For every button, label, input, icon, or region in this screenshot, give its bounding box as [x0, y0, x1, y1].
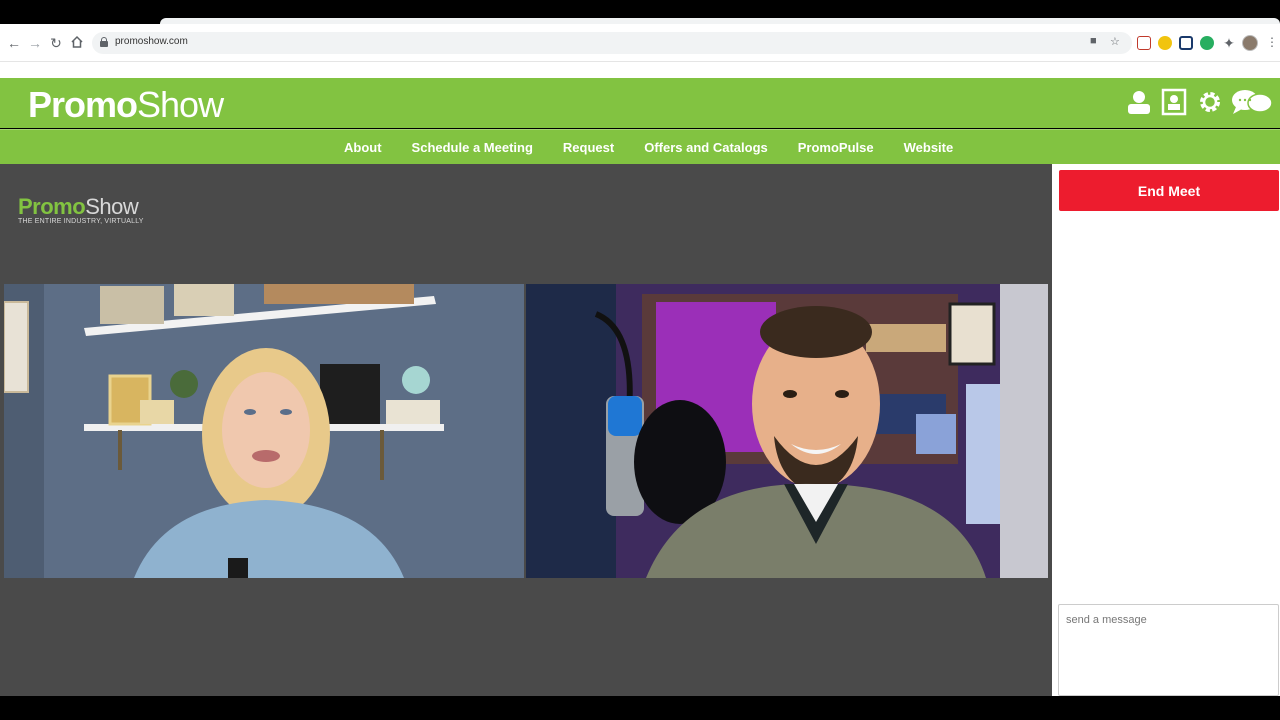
reload-icon[interactable]: ↻ [48, 35, 64, 51]
puzzle-icon[interactable]: ✦ [1221, 35, 1237, 51]
nav-item-about[interactable]: About [344, 140, 382, 155]
url-text: promoshow.com [115, 36, 188, 47]
browser-toolbar: ← → ↻ promoshow.com ■ ☆ ✦ ⋮ [0, 24, 1280, 62]
star-icon[interactable]: ☆ [1110, 35, 1120, 48]
profile-avatar[interactable] [1242, 35, 1258, 51]
presenter-icon[interactable] [1160, 88, 1188, 116]
message-input[interactable] [1058, 604, 1279, 696]
nav-item-request[interactable]: Request [563, 140, 614, 155]
watermark-tagline: THE ENTIRE INDUSTRY, VIRTUALLY [18, 218, 144, 225]
nav-item-promopulse[interactable]: PromoPulse [798, 140, 874, 155]
chat-icon[interactable] [1230, 88, 1274, 116]
nav-item-website[interactable]: Website [904, 140, 954, 155]
video-stage: PromoShow THE ENTIRE INDUSTRY, VIRTUALLY [0, 164, 1052, 696]
extension-screen-icon[interactable] [1179, 36, 1193, 50]
bottom-bar [0, 696, 1280, 720]
kebab-menu-icon[interactable]: ⋮ [1266, 34, 1278, 50]
promoshow-logo[interactable]: PromoShow [28, 84, 224, 126]
participant-video-right[interactable] [526, 284, 1048, 578]
end-meeting-button[interactable]: End Meet [1059, 170, 1279, 211]
main-nav: About Schedule a Meeting Request Offers … [0, 129, 1280, 164]
participant-video-left[interactable] [4, 284, 524, 578]
extension-honey-icon[interactable] [1158, 36, 1172, 50]
user-icon[interactable] [1125, 88, 1153, 116]
nav-item-schedule-meeting[interactable]: Schedule a Meeting [412, 140, 533, 155]
address-bar[interactable]: promoshow.com ■ ☆ [92, 32, 1132, 54]
nav-item-offers-catalogs[interactable]: Offers and Catalogs [644, 140, 768, 155]
forward-icon[interactable]: → [27, 35, 43, 51]
home-icon[interactable] [69, 35, 85, 51]
stage-watermark-logo: PromoShow THE ENTIRE INDUSTRY, VIRTUALLY [18, 194, 144, 225]
extension-grammar-icon[interactable] [1200, 36, 1214, 50]
page-top-spacer [0, 62, 1280, 78]
nav-list: About Schedule a Meeting Request Offers … [344, 130, 983, 165]
back-icon[interactable]: ← [6, 35, 22, 51]
site-header: PromoShow [0, 78, 1280, 128]
gear-icon[interactable] [1196, 88, 1224, 116]
camera-icon[interactable]: ■ [1090, 35, 1097, 47]
lock-icon [100, 37, 108, 47]
extension-pocket-icon[interactable] [1137, 36, 1151, 50]
meeting-sidebar: End Meet [1052, 164, 1280, 696]
